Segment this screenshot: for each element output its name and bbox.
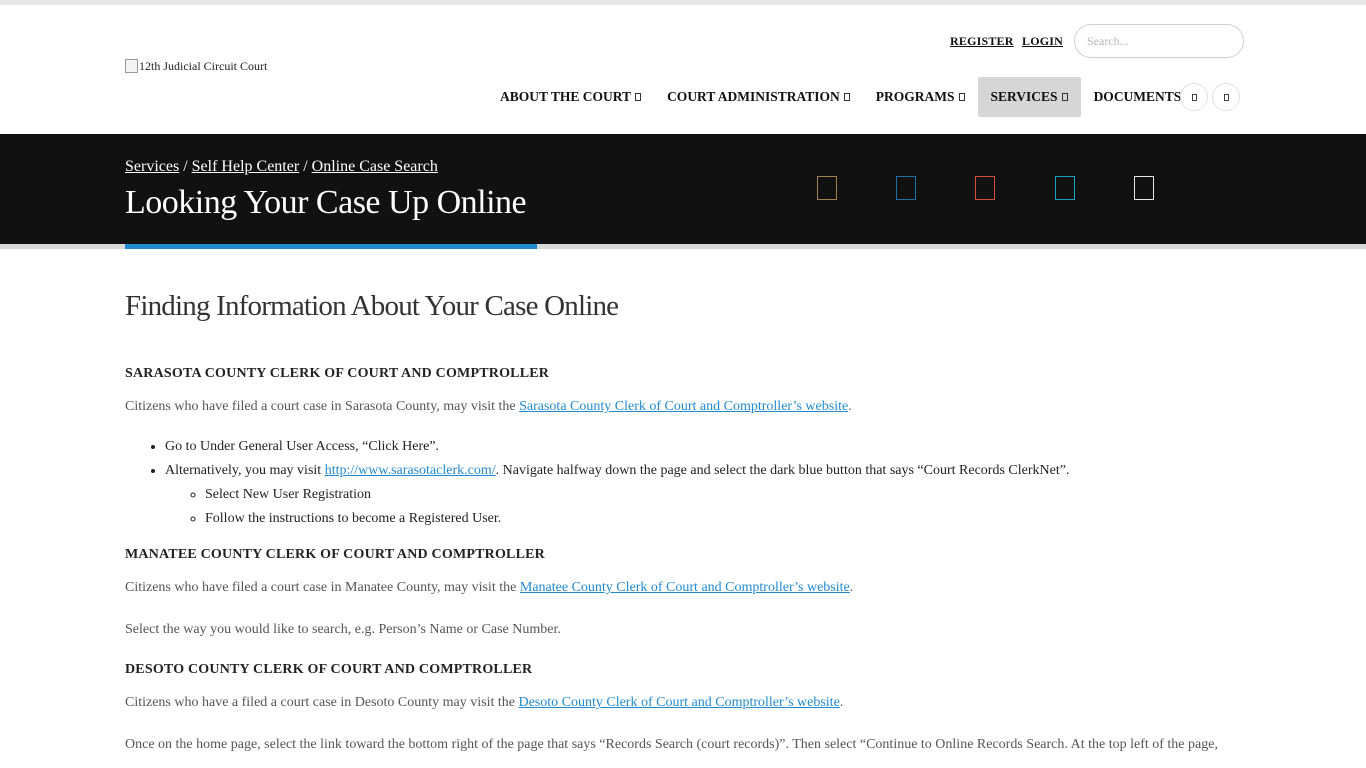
register-link[interactable]: REGISTER — [950, 34, 1014, 49]
nav-item-label: DOCUMENTS — [1093, 89, 1182, 104]
list-item-text: . Navigate halfway down the page and sel… — [495, 463, 1070, 478]
site-logo[interactable]: 12th Judicial Circuit Court — [125, 59, 267, 74]
chevron-down-icon — [843, 93, 850, 101]
manatee-heading: MANATEE COUNTY CLERK OF COURT AND COMPTR… — [125, 547, 545, 562]
main-content: Finding Information About Your Case Onli… — [125, 270, 1241, 753]
nav-item-label: PROGRAMS — [875, 89, 955, 104]
share-icon[interactable] — [1134, 176, 1154, 200]
manatee-note: Select the way you would like to search,… — [125, 622, 561, 637]
nav-item-court-administration[interactable]: COURT ADMINISTRATION — [654, 77, 863, 117]
breadcrumb-separator: / — [183, 158, 188, 175]
sarasota-substeps: Select New User Registration Follow the … — [205, 483, 1241, 531]
login-link[interactable]: LOGIN — [1022, 34, 1063, 49]
period: . — [839, 695, 844, 710]
manatee-intro: Citizens who have filed a court case in … — [125, 580, 1241, 596]
chevron-down-icon — [1061, 93, 1068, 101]
breadcrumb-separator: / — [303, 158, 308, 175]
nav-item-programs[interactable]: PROGRAMS — [863, 77, 978, 117]
breadcrumb-self-help-center[interactable]: Self Help Center — [192, 158, 300, 175]
list-item: Go to Under General User Access, “Click … — [165, 435, 1241, 459]
sarasota-clerk-url-link[interactable]: http://www.sarasotaclerk.com/ — [325, 463, 496, 478]
sarasota-clerk-link[interactable]: Sarasota County Clerk of Court and Compt… — [519, 399, 848, 414]
sarasota-heading: SARASOTA COUNTY CLERK OF COURT AND COMPT… — [125, 366, 550, 381]
list-item: Alternatively, you may visit http://www.… — [165, 459, 1241, 531]
sarasota-intro: Citizens who have filed a court case in … — [125, 399, 1241, 415]
linkedin-icon[interactable] — [896, 176, 916, 200]
facebook-icon[interactable] — [817, 176, 837, 200]
content-heading: Finding Information About Your Case Onli… — [125, 290, 619, 322]
page-title: Looking Your Case Up Online — [125, 184, 527, 221]
top-strip — [0, 0, 1366, 5]
logo-alt-text: 12th Judicial Circuit Court — [139, 59, 268, 73]
breadcrumb-services[interactable]: Services — [125, 158, 179, 175]
desoto-intro-text: Citizens who have a filed a court case i… — [125, 695, 515, 710]
period: . — [848, 399, 852, 414]
desoto-intro: Citizens who have a filed a court case i… — [125, 695, 1241, 711]
sarasota-steps: Go to Under General User Access, “Click … — [165, 435, 1241, 531]
manatee-intro-text: Citizens who have filed a court case in … — [125, 580, 517, 595]
sarasota-intro-text: Citizens who have filed a court case in … — [125, 399, 516, 414]
nav-item-about[interactable]: ABOUT THE COURT — [487, 77, 654, 117]
search-input[interactable] — [1074, 24, 1244, 58]
menu-icon — [1223, 93, 1229, 101]
youtube-icon[interactable] — [975, 176, 995, 200]
desoto-heading: DESOTO COUNTY CLERK OF COURT AND COMPTRO… — [125, 662, 533, 677]
nav-item-label: ABOUT THE COURT — [500, 89, 632, 104]
list-item-text: Alternatively, you may visit — [165, 463, 322, 478]
nav-item-label: SERVICES — [990, 89, 1058, 104]
period: . — [849, 580, 854, 595]
manatee-clerk-link[interactable]: Manatee County Clerk of Court and Comptr… — [520, 580, 850, 595]
nav-item-services[interactable]: SERVICES — [977, 77, 1081, 117]
main-nav: ABOUT THE COURT COURT ADMINISTRATION PRO… — [487, 77, 1204, 117]
twitter-icon[interactable] — [1055, 176, 1075, 200]
breadcrumb: Services / Self Help Center / Online Case Se… — [125, 158, 438, 176]
desoto-clerk-link[interactable]: Desoto County Clerk of Court and Comptro… — [518, 695, 839, 710]
chevron-down-icon — [958, 93, 965, 101]
nav-item-label: COURT ADMINISTRATION — [667, 89, 840, 104]
user-icon — [1191, 93, 1197, 101]
user-icon-button[interactable] — [1180, 83, 1208, 111]
breadcrumb-online-case-search[interactable]: Online Case Search — [312, 158, 438, 175]
desoto-note: Once on the home page, select the link t… — [125, 737, 1218, 752]
banner-accent-bar — [125, 244, 537, 249]
chevron-down-icon — [635, 93, 642, 101]
broken-image-icon — [125, 59, 138, 73]
menu-icon-button[interactable] — [1212, 83, 1240, 111]
list-item: Follow the instructions to become a Regi… — [205, 507, 1241, 531]
list-item: Select New User Registration — [205, 483, 1241, 507]
